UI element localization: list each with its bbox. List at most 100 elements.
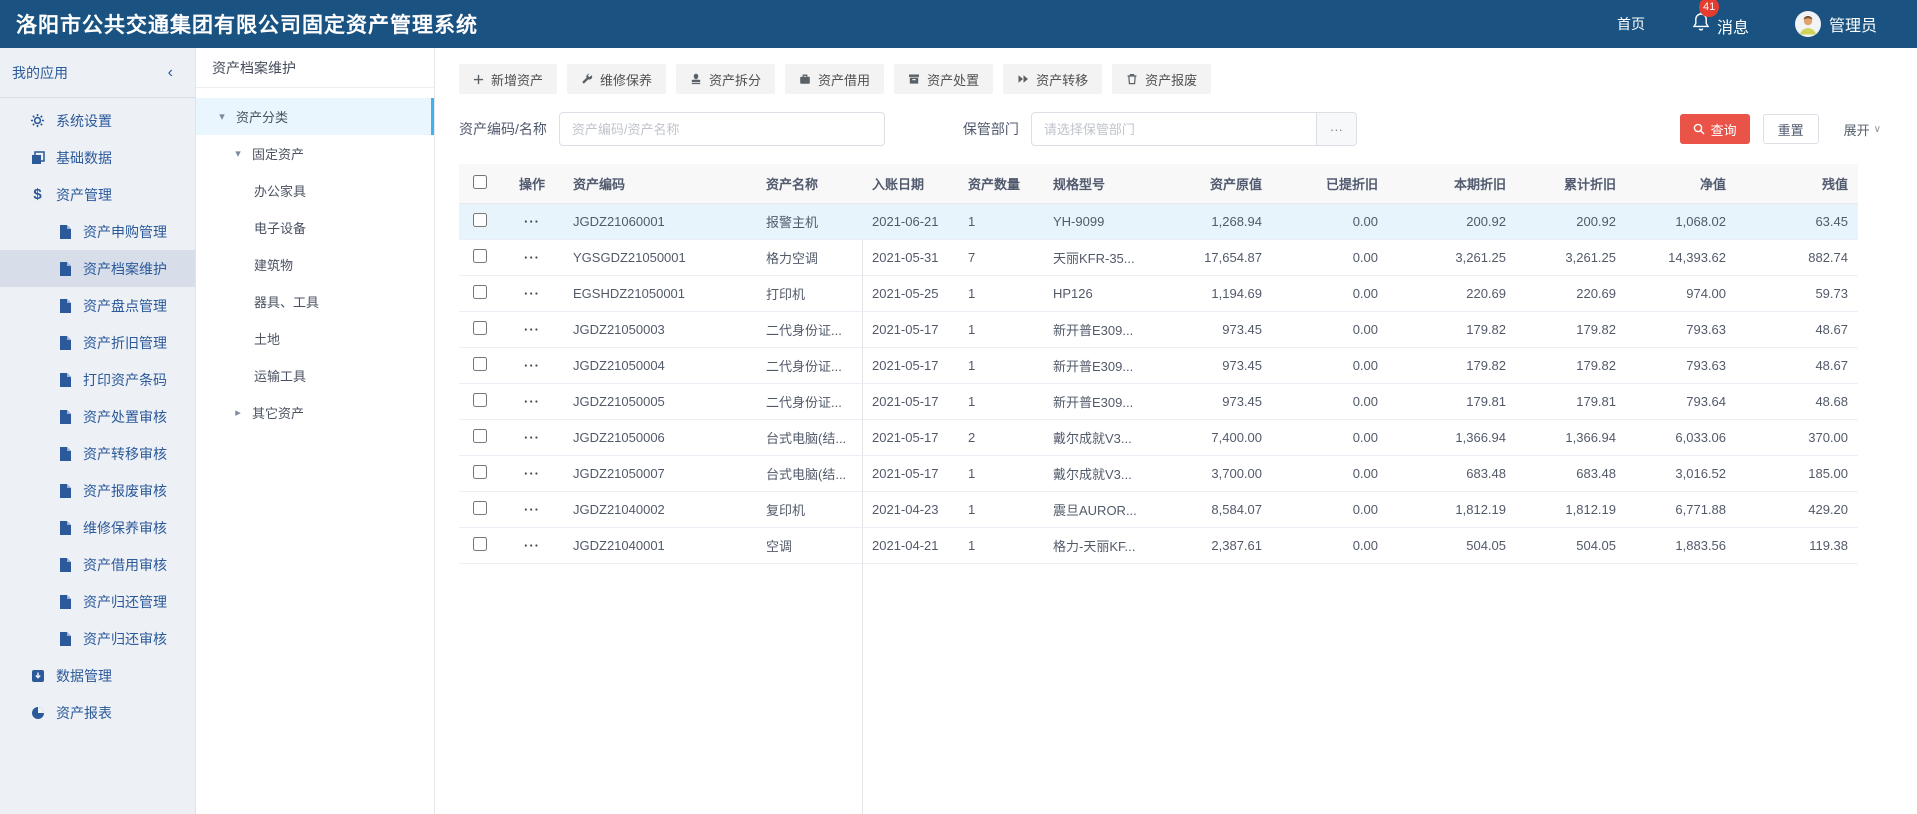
row-checkbox[interactable] xyxy=(473,536,487,551)
sidebar-item-label: 资产报表 xyxy=(56,704,112,721)
briefcase-icon xyxy=(799,73,811,85)
cell-orig: 7,400.00 xyxy=(1162,419,1272,456)
table-row[interactable]: ··· JGDZ21050006 台式电脑(结... 2021-05-17 2 … xyxy=(459,419,1858,456)
sidebar-item-asset-archive[interactable]: 资产档案维护 xyxy=(0,250,195,287)
tree-node-office-furniture[interactable]: 办公家具 xyxy=(196,172,434,209)
table-row[interactable]: ··· JGDZ21040001 空调 2021-04-21 1 格力-天丽KF… xyxy=(459,527,1858,564)
sidebar-item-asset-inventory[interactable]: 资产盘点管理 xyxy=(0,287,195,324)
dept-picker-button[interactable]: ··· xyxy=(1316,112,1357,146)
row-actions-button[interactable]: ··· xyxy=(524,502,540,517)
row-actions-button[interactable]: ··· xyxy=(524,466,540,481)
select-all-checkbox[interactable] xyxy=(473,174,487,189)
row-checkbox[interactable] xyxy=(473,320,487,335)
cell-orig: 8,584.07 xyxy=(1162,491,1272,528)
sidebar-item-disposal-audit[interactable]: 资产处置审核 xyxy=(0,398,195,435)
sidebar-item-print-barcode[interactable]: 打印资产条码 xyxy=(0,361,195,398)
row-checkbox[interactable] xyxy=(473,248,487,263)
asset-transfer-button[interactable]: 资产转移 xyxy=(1003,64,1103,94)
tree-node-other-assets[interactable]: ▸ 其它资产 xyxy=(196,394,434,431)
user-menu[interactable]: 管理员 xyxy=(1794,11,1877,37)
asset-split-button[interactable]: 资产拆分 xyxy=(676,64,776,94)
row-checkbox[interactable] xyxy=(473,464,487,479)
asset-code-input[interactable] xyxy=(558,112,885,146)
reset-button[interactable]: 重置 xyxy=(1762,114,1819,144)
row-actions-button[interactable]: ··· xyxy=(524,538,540,553)
nav-home-link[interactable]: 首页 xyxy=(1617,14,1645,34)
table-row[interactable]: ··· JGDZ21050003 二代身份证... 2021-05-17 1 新… xyxy=(459,311,1858,348)
row-checkbox[interactable] xyxy=(473,392,487,407)
sidebar-item-scrap-audit[interactable]: 资产报废审核 xyxy=(0,472,195,509)
sidebar-item-return-audit[interactable]: 资产归还审核 xyxy=(0,620,195,657)
sidebar-item-label: 资产归还管理 xyxy=(83,593,167,610)
sidebar-item-transfer-audit[interactable]: 资产转移审核 xyxy=(0,435,195,472)
table-row[interactable]: ··· JGDZ21050005 二代身份证... 2021-05-17 1 新… xyxy=(459,383,1858,420)
sidebar-item-base-data[interactable]: 基础数据 xyxy=(0,139,195,176)
cell-period: 179.81 xyxy=(1388,383,1516,420)
sidebar-item-return-management[interactable]: 资产归还管理 xyxy=(0,583,195,620)
asset-scrap-button[interactable]: 资产报废 xyxy=(1112,64,1212,94)
table-row[interactable]: ··· YGSGDZ21050001 格力空调 2021-05-31 7 天丽K… xyxy=(459,239,1858,276)
row-actions-button[interactable]: ··· xyxy=(524,214,540,229)
table-row[interactable]: ··· JGDZ21050004 二代身份证... 2021-05-17 1 新… xyxy=(459,347,1858,384)
row-actions-button[interactable]: ··· xyxy=(524,430,540,445)
sidebar-item-asset-reports[interactable]: 资产报表 xyxy=(0,694,195,731)
sidebar-collapse-icon[interactable]: ‹ xyxy=(168,64,173,82)
sidebar-item-borrow-audit[interactable]: 资产借用审核 xyxy=(0,546,195,583)
table-row[interactable]: ··· EGSHDZ21050001 打印机 2021-05-25 1 HP12… xyxy=(459,275,1858,312)
table-row[interactable]: ··· JGDZ21050007 台式电脑(结... 2021-05-17 1 … xyxy=(459,455,1858,492)
messages-button[interactable]: 41 消息 xyxy=(1691,0,1749,38)
cell-period: 1,812.19 xyxy=(1388,491,1516,528)
sidebar-item-data-management[interactable]: 数据管理 xyxy=(0,657,195,694)
tree-node-land[interactable]: 土地 xyxy=(196,320,434,357)
cell-date: 2021-04-21 xyxy=(862,527,958,564)
file-icon xyxy=(57,520,72,535)
row-checkbox[interactable] xyxy=(473,356,487,371)
cell-code: EGSHDZ21050001 xyxy=(563,275,756,312)
caret-right-icon[interactable]: ▸ xyxy=(232,406,244,419)
row-actions-button[interactable]: ··· xyxy=(524,250,540,265)
row-checkbox[interactable] xyxy=(473,500,487,515)
tree-node-buildings[interactable]: 建筑物 xyxy=(196,246,434,283)
cell-net: 793.63 xyxy=(1626,311,1736,348)
file-icon xyxy=(57,224,72,239)
sidebar-item-system-settings[interactable]: 系统设置 xyxy=(0,102,195,139)
messages-label: 消息 xyxy=(1716,19,1749,37)
cell-code: YGSGDZ21050001 xyxy=(563,239,756,276)
row-checkbox[interactable] xyxy=(473,212,487,227)
body-row: 我的应用 ‹ 系统设置 基础数据 $ 资产管理 资产申购管理 资产档案维护 资产… xyxy=(0,48,1917,814)
sidebar-item-asset-purchase[interactable]: 资产申购管理 xyxy=(0,213,195,250)
row-actions-button[interactable]: ··· xyxy=(524,358,540,373)
sidebar-item-label: 资产盘点管理 xyxy=(83,297,167,314)
tree-node-label: 固定资产 xyxy=(252,147,305,162)
row-checkbox[interactable] xyxy=(473,428,487,443)
table-row[interactable]: ··· JGDZ21060001 报警主机 2021-06-21 1 YH-90… xyxy=(459,203,1858,240)
sidebar-item-asset-management[interactable]: $ 资产管理 xyxy=(0,176,195,213)
table-row[interactable]: ··· JGDZ21040002 复印机 2021-04-23 1 震旦AURO… xyxy=(459,491,1858,528)
row-actions-button[interactable]: ··· xyxy=(524,394,540,409)
asset-disposal-button[interactable]: 资产处置 xyxy=(894,64,994,94)
query-button[interactable]: 查询 xyxy=(1679,114,1750,144)
cell-net: 1,883.56 xyxy=(1626,527,1736,564)
sidebar-item-asset-depreciation[interactable]: 资产折旧管理 xyxy=(0,324,195,361)
cell-provided: 0.00 xyxy=(1272,275,1388,312)
row-actions-button[interactable]: ··· xyxy=(524,322,540,337)
cell-accum: 200.92 xyxy=(1516,203,1626,240)
row-checkbox[interactable] xyxy=(473,284,487,299)
row-actions-button[interactable]: ··· xyxy=(524,286,540,301)
cell-date: 2021-06-21 xyxy=(862,203,958,240)
dept-input[interactable] xyxy=(1030,112,1317,146)
maintenance-button[interactable]: 维修保养 xyxy=(567,64,667,94)
asset-borrow-button[interactable]: 资产借用 xyxy=(785,64,885,94)
caret-down-icon[interactable]: ▾ xyxy=(232,147,244,160)
cell-accum: 179.82 xyxy=(1516,311,1626,348)
tree-node-transport[interactable]: 运输工具 xyxy=(196,357,434,394)
add-asset-button[interactable]: 新增资产 xyxy=(459,64,558,94)
sidebar-item-maintenance-audit[interactable]: 维修保养审核 xyxy=(0,509,195,546)
tree-node-electronics[interactable]: 电子设备 xyxy=(196,209,434,246)
expand-toggle[interactable]: 展开 ∨ xyxy=(1844,120,1881,139)
tree-node-asset-category[interactable]: ▾ 资产分类 xyxy=(196,98,434,135)
tree-node-tools[interactable]: 器具、工具 xyxy=(196,283,434,320)
tree-node-fixed-assets[interactable]: ▾ 固定资产 xyxy=(196,135,434,172)
caret-down-icon[interactable]: ▾ xyxy=(216,110,228,123)
file-icon xyxy=(57,446,72,461)
